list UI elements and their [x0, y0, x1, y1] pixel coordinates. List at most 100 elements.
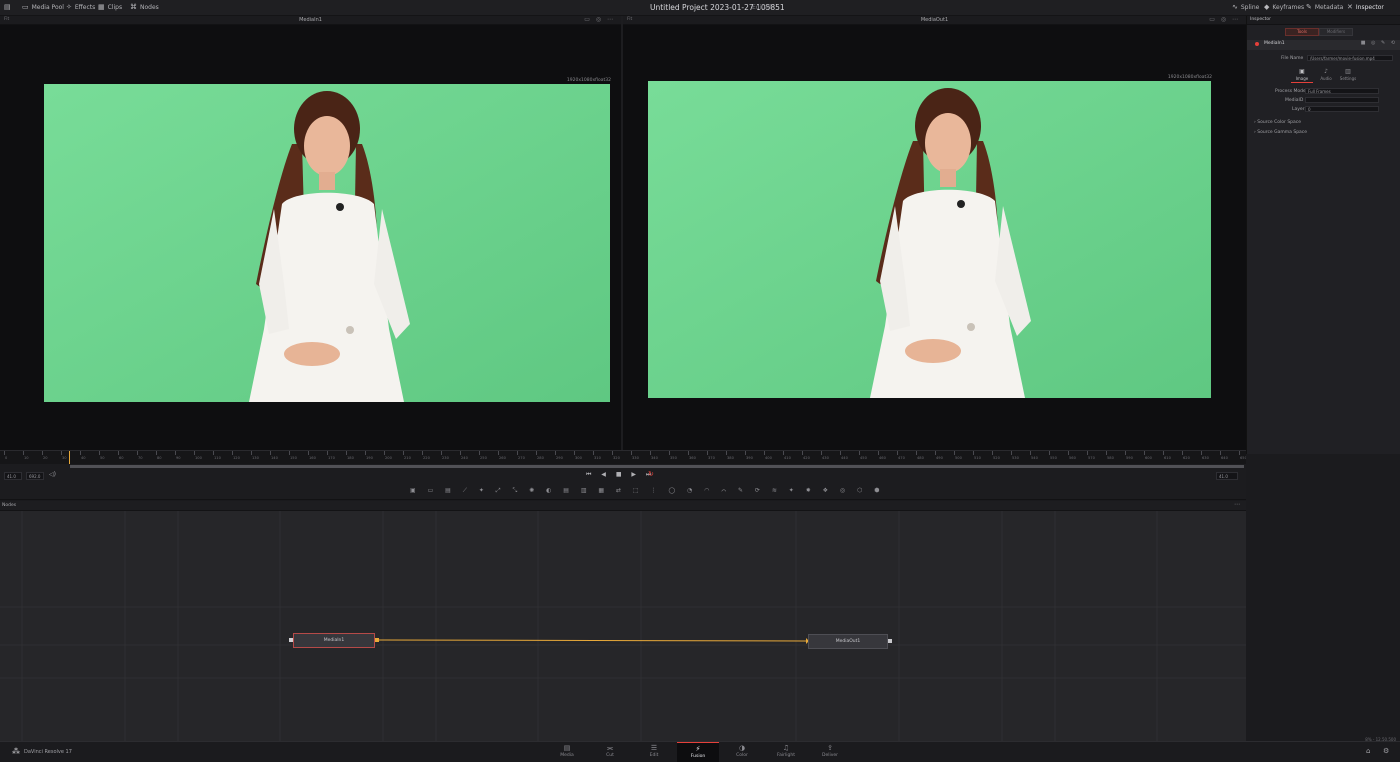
- ruler-label: 170: [328, 456, 335, 460]
- ruler-label: 160: [309, 456, 316, 460]
- subtab-settings[interactable]: Settings: [1337, 76, 1359, 81]
- ruler-label: 360: [689, 456, 696, 460]
- ruler-tick: [156, 451, 157, 455]
- inspector-button[interactable]: ✕ Inspector: [1347, 3, 1384, 11]
- ruler-label: 340: [651, 456, 658, 460]
- file-name-field[interactable]: /Users/farmer/movie-fusion.mp4: [1307, 55, 1393, 61]
- settings-tab-icon[interactable]: ▥: [1341, 68, 1355, 75]
- effects-button[interactable]: ✧ Effects: [66, 3, 95, 11]
- settings-gear-icon[interactable]: ⚙: [1383, 747, 1389, 755]
- ruler-tick: [80, 451, 81, 455]
- spline-icon: ∿: [1232, 3, 1238, 11]
- ruler-tick: [973, 451, 974, 455]
- ruler-label: 640: [1221, 456, 1228, 460]
- node-media-out[interactable]: MediaOut1: [808, 634, 888, 649]
- process-mode-select[interactable]: Full Frames: [1305, 88, 1379, 94]
- ruler-tick: [479, 451, 480, 455]
- ruler-tick: [327, 451, 328, 455]
- ruler-label: 620: [1183, 456, 1190, 460]
- playback-controls[interactable]: ⏮ ◀ ■ ▶ ⏭: [586, 471, 655, 479]
- page-edit[interactable]: ☰ Edit: [633, 742, 675, 762]
- ruler-tick: [802, 451, 803, 455]
- ruler-label: 130: [252, 456, 259, 460]
- ruler-label: 0: [5, 456, 8, 460]
- audio-icon[interactable]: ◁): [49, 471, 56, 478]
- layer-label: Layer: [1292, 107, 1305, 112]
- current-frame-field[interactable]: 41.0: [4, 472, 22, 480]
- ruler-label: 310: [594, 456, 601, 460]
- playhead-marker[interactable]: [69, 451, 70, 465]
- green-screen-frame-right: [648, 81, 1211, 398]
- section-source-color-space[interactable]: › Source Color Space: [1254, 120, 1301, 125]
- viewer-right-options-icon[interactable]: ▭ ◎ ⋯: [1209, 16, 1240, 23]
- subtab-audio[interactable]: Audio: [1315, 76, 1337, 81]
- audio-tab-icon[interactable]: ♪: [1319, 68, 1333, 75]
- right-frame-field[interactable]: 41.0: [1216, 472, 1238, 480]
- node-out-output-port[interactable]: [888, 639, 892, 643]
- viewer-left[interactable]: Fit MediaIn1 ▭ ◎ ⋯ 1920x1080xfloat32: [0, 16, 621, 450]
- ruler-label: 610: [1164, 456, 1171, 460]
- metadata-button[interactable]: ✎ Metadata: [1306, 3, 1343, 11]
- tab-tools[interactable]: Tools: [1285, 28, 1319, 36]
- metadata-icon: ✎: [1306, 3, 1312, 11]
- media-page-icon: ▤: [563, 744, 571, 752]
- panel-toggle-icon[interactable]: ▤: [4, 3, 11, 11]
- ruler-label: 380: [727, 456, 734, 460]
- subtab-underline: [1291, 82, 1313, 83]
- node-in-output-port[interactable]: [375, 638, 379, 642]
- ruler-tick: [365, 451, 366, 455]
- node-in-input-port[interactable]: [289, 638, 293, 642]
- image-tab-icon[interactable]: ▣: [1295, 68, 1309, 75]
- viewer-right[interactable]: Fit MediaOut1 ▭ ◎ ⋯ 1920x1080xfloat32: [623, 16, 1246, 450]
- ruler-tick: [707, 451, 708, 455]
- node-media-in[interactable]: MediaIn1: [293, 633, 375, 648]
- keyframes-button[interactable]: ◆ Keyframes: [1264, 3, 1304, 11]
- end-frame-field[interactable]: 692.0: [26, 472, 44, 480]
- ruler-tick: [422, 451, 423, 455]
- time-ruler[interactable]: 0 10 20 30 40 50 60 70 80 90 100 110 120 130 140 150 160…: [0, 450, 1247, 464]
- clips-button[interactable]: ▦ Clips: [98, 3, 122, 11]
- page-media[interactable]: ▤ Media: [546, 742, 588, 762]
- ruler-tick: [935, 451, 936, 455]
- ruler-tick: [441, 451, 442, 455]
- green-screen-frame-left: [44, 84, 610, 402]
- clips-icon: ▦: [98, 3, 105, 11]
- subtab-image[interactable]: Image: [1291, 76, 1313, 81]
- presenter-image-left: [44, 84, 610, 402]
- viewer-left-toolbar: Fit MediaIn1 ▭ ◎ ⋯: [0, 16, 621, 25]
- loop-icon[interactable]: ↻: [648, 470, 654, 478]
- page-fairlight[interactable]: ♫ Fairlight: [765, 742, 807, 762]
- page-color[interactable]: ◑ Color: [721, 742, 763, 762]
- section-source-gamma-space[interactable]: › Source Gamma Space: [1254, 130, 1307, 135]
- home-icon[interactable]: ⌂: [1366, 747, 1370, 755]
- inspector-title: Inspector: [1250, 17, 1271, 22]
- media-id-field[interactable]: [1305, 97, 1379, 103]
- viewer-right-name: MediaOut1: [920, 17, 949, 23]
- ruler-label: 480: [917, 456, 924, 460]
- node-editor-options-icon[interactable]: ⋯: [1234, 501, 1240, 508]
- nodes-icon: ⌘: [130, 3, 137, 11]
- media-pool-button[interactable]: ▭ Media Pool: [22, 3, 64, 11]
- tab-modifiers[interactable]: Modifiers: [1319, 28, 1353, 36]
- ruler-tick: [783, 451, 784, 455]
- ruler-label: 90: [176, 456, 181, 460]
- ruler-label: 370: [708, 456, 715, 460]
- ruler-tick: [612, 451, 613, 455]
- spline-button[interactable]: ∿ Spline: [1232, 3, 1259, 11]
- node-header-icons[interactable]: ■ ◎ ✎ ⟲: [1361, 40, 1397, 46]
- inspector-header: Inspector: [1247, 16, 1400, 25]
- viewer-left-options-icon[interactable]: ▭ ◎ ⋯: [584, 16, 615, 23]
- fusion-tool-strip: ▣ ▭ ▤ ⟋ ✦ ⤢ ⤡ ✺ ◐ ▤ ▥ ▦ ⇄ ⬚ ⋮ ◯ ◔ ◠ ⌒ ✎ …: [0, 484, 1246, 500]
- ruler-label: 150: [290, 456, 297, 460]
- nodes-button[interactable]: ⌘ Nodes: [130, 3, 159, 11]
- page-fusion[interactable]: ⚡ Fusion: [677, 742, 719, 762]
- page-cut[interactable]: ⫘ Cut: [589, 742, 631, 762]
- node-editor[interactable]: Nodes ⋯ MediaIn1 MediaOut1: [0, 501, 1246, 741]
- inspector-lower-area: 8% - 12.50.500: [1246, 454, 1400, 742]
- layer-select[interactable]: 0: [1305, 106, 1379, 112]
- ruler-tick: [821, 451, 822, 455]
- fusion-tools-icons[interactable]: ▣ ▭ ▤ ⟋ ✦ ⤢ ⤡ ✺ ◐ ▤ ▥ ▦ ⇄ ⬚ ⋮ ◯ ◔ ◠ ⌒ ✎ …: [410, 487, 884, 495]
- ruler-label: 210: [404, 456, 411, 460]
- ruler-label: 230: [442, 456, 449, 460]
- page-deliver[interactable]: ⇪ Deliver: [809, 742, 851, 762]
